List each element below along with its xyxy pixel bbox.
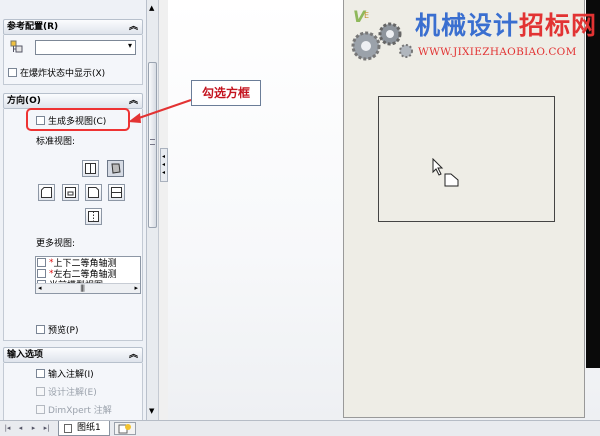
checkbox-box: [36, 405, 45, 414]
scroll-up-icon[interactable]: ▲: [149, 4, 154, 12]
orientation-section-header[interactable]: 方向(O) ︽: [3, 93, 143, 109]
watermark-title: 机械设计招标网: [415, 6, 597, 42]
import-annotations-label: 输入注解(I): [48, 370, 94, 380]
watermark-url: WWW.JIXIEZHAOBIAO.COM: [418, 46, 577, 58]
orientation-title: 方向(O): [7, 96, 41, 106]
import-options-section-body: 输入注解(I) 设计注解(E) DimXpert 注解: [3, 363, 143, 420]
left-view-button[interactable]: [38, 184, 55, 201]
configuration-icon: [10, 40, 24, 57]
scroll-grip-icon[interactable]: |||: [80, 284, 85, 293]
sheet-tab-bar: |◂ ◂ ▸ ▸| 图纸1: [0, 420, 600, 436]
front-view-button[interactable]: [82, 160, 99, 177]
dropdown-arrow-icon[interactable]: ▾: [128, 41, 132, 50]
next-sheet-icon[interactable]: ▸: [28, 423, 39, 434]
explode-state-checkbox[interactable]: 在爆炸状态中显示(X): [8, 66, 105, 79]
collapse-arrows-icon: ◂ ◂ ◂: [162, 153, 166, 176]
right-view-icon: [88, 187, 99, 198]
right-view-button[interactable]: [85, 184, 102, 201]
import-annotations-checkbox[interactable]: 输入注解(I): [36, 367, 94, 380]
collapse-chevron-icon[interactable]: ︽: [129, 94, 138, 108]
explode-state-label: 在爆炸状态中显示(X): [20, 69, 106, 79]
checkbox-box[interactable]: [37, 258, 46, 267]
ref-config-section-body: ▾ 在爆炸状态中显示(X): [3, 35, 143, 85]
scroll-right-icon[interactable]: ▸: [134, 284, 138, 293]
cursor-with-view-icon: [432, 158, 459, 187]
preview-checkbox[interactable]: 预览(P): [36, 323, 78, 336]
checkbox-box[interactable]: [8, 68, 17, 77]
isometric-view-button[interactable]: [107, 160, 124, 177]
left-view-icon: [41, 187, 52, 198]
import-options-title: 输入选项: [7, 350, 44, 360]
sheet-icon: [64, 424, 72, 433]
ref-config-section-header[interactable]: 参考配置(R) ︽: [3, 19, 143, 35]
more-views-list[interactable]: * 上下二等角轴测 * 左右二等角轴测 当前模型视图 ◂ ||| ▸: [35, 256, 141, 294]
bottom-view-icon: [111, 187, 122, 198]
back-view-icon: [88, 211, 99, 222]
ref-config-title: 参考配置(R): [7, 22, 59, 32]
configuration-select[interactable]: ▾: [35, 40, 136, 55]
scrollbar-thumb[interactable]: [148, 62, 157, 228]
back-view-button[interactable]: [85, 208, 102, 225]
prev-sheet-icon[interactable]: ◂: [15, 423, 26, 434]
view-placement-frame[interactable]: [378, 96, 555, 222]
watermark-title-red: 招标网: [519, 11, 598, 40]
more-views-label: 更多视图:: [36, 239, 76, 249]
preview-label: 预览(P): [48, 326, 79, 336]
dimxpert-annotations-label: DimXpert 注解: [48, 406, 112, 416]
top-view-icon: [65, 187, 76, 198]
first-sheet-icon[interactable]: |◂: [2, 423, 13, 434]
panel-vertical-scrollbar[interactable]: ▲ ▼: [147, 0, 159, 420]
top-view-button[interactable]: [62, 184, 79, 201]
checkbox-box[interactable]: [36, 369, 45, 378]
orientation-section-body: 生成多视图(C) 标准视图: 更多视图: 预览(P): [3, 109, 143, 341]
dimxpert-annotations-checkbox: DimXpert 注解: [36, 403, 112, 416]
watermark-gear-logo: V E: [351, 7, 413, 61]
bottom-view-button[interactable]: [108, 184, 125, 201]
checkbox-box[interactable]: [37, 269, 46, 278]
list-horizontal-scrollbar[interactable]: ◂ ||| ▸: [36, 283, 140, 293]
collapse-chevron-icon[interactable]: ︽: [129, 20, 138, 34]
last-sheet-icon[interactable]: ▸|: [41, 423, 52, 434]
watermark-title-blue: 机械设计: [415, 11, 520, 40]
sheet-tab-label: 图纸1: [77, 423, 101, 433]
annotation-callout: 勾选方框: [191, 80, 261, 106]
panel-collapse-handle[interactable]: ◂ ◂ ◂: [160, 148, 168, 182]
add-sheet-icon: [118, 424, 131, 434]
scroll-left-icon[interactable]: ◂: [38, 284, 42, 293]
import-options-section-header[interactable]: 输入选项 ︽: [3, 347, 143, 363]
checkbox-box[interactable]: [36, 325, 45, 334]
window-edge: [586, 0, 600, 368]
collapse-chevron-icon[interactable]: ︽: [129, 348, 138, 362]
checkbox-box: [36, 387, 45, 396]
property-manager-panel: 参考配置(R) ︽ ▾ 在爆炸状态中显示(X) 方向(O) ︽ 生成多视图(C): [0, 0, 147, 420]
svg-text:E: E: [364, 11, 369, 20]
grip-icon: [150, 139, 155, 145]
front-view-icon: [85, 163, 96, 174]
standard-views-label: 标准视图:: [36, 137, 76, 147]
checkbox-highlight-box: [26, 108, 130, 131]
design-annotations-label: 设计注解(E): [48, 388, 97, 398]
tab-sheet1[interactable]: 图纸1: [58, 421, 110, 436]
add-sheet-button[interactable]: [114, 422, 136, 435]
isometric-view-icon: [111, 163, 121, 174]
design-annotations-checkbox: 设计注解(E): [36, 385, 97, 398]
scroll-down-icon[interactable]: ▼: [149, 407, 154, 415]
